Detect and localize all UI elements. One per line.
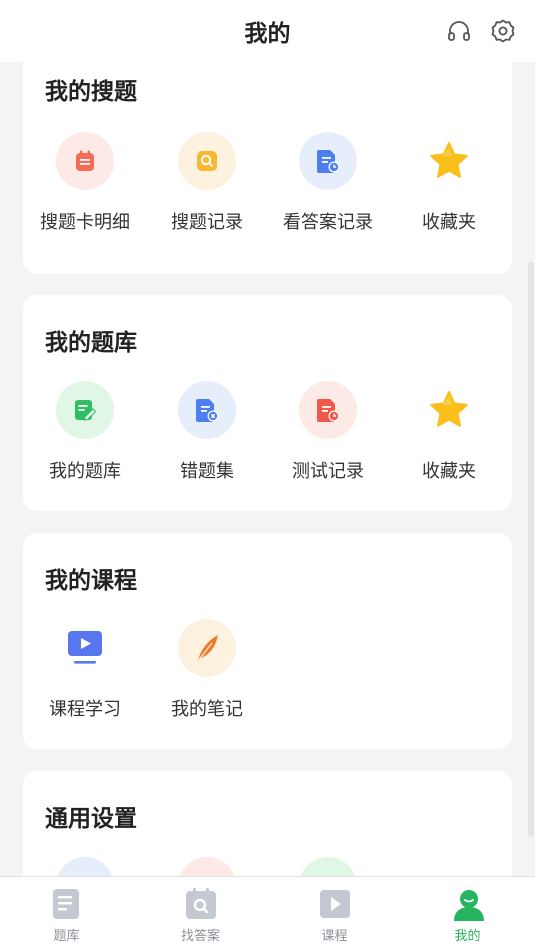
section-general-settings: 通用设置 [23,771,512,876]
item-setting-2[interactable] [146,857,268,876]
card-detail-icon [56,132,114,190]
item-label: 我的题库 [49,461,121,482]
item-setting-3[interactable] [267,857,389,876]
search-record-icon [178,132,236,190]
section-my-courses: 我的课程 课程学习 我的笔记 [23,533,512,749]
section-my-search: 我的搜题 搜题卡明细 搜题记录 看答案记录 收藏夹 [23,62,512,274]
gear-icon[interactable] [490,18,516,44]
item-label: 收藏夹 [422,461,476,482]
section-title: 我的题库 [45,330,137,356]
tab-label: 我的 [454,929,481,944]
scrollbar[interactable] [528,262,534,837]
setting-blue-icon [56,857,114,876]
star-icon [420,381,478,439]
tab-label: 题库 [53,929,80,944]
section-title: 我的课程 [45,568,137,594]
item-favorites[interactable]: 收藏夹 [388,381,510,483]
item-answer-record[interactable]: 看答案记录 [267,132,389,234]
setting-green-icon [299,857,357,876]
item-label: 测试记录 [292,461,364,482]
tab-courses[interactable]: 课程 [268,877,401,951]
feather-pen-icon [178,619,236,677]
item-search-record[interactable]: 搜题记录 [146,132,268,234]
wrong-questions-icon [178,381,236,439]
headset-icon[interactable] [446,18,472,44]
item-label: 看答案记录 [283,212,373,233]
tab-profile[interactable]: 我的 [401,877,534,951]
bottom-tab-bar: 题库 找答案 课程 我的 [0,876,535,951]
tab-find-answer[interactable]: 找答案 [134,877,267,951]
item-label: 我的笔记 [171,699,243,720]
section-title: 我的搜题 [45,79,137,105]
item-label: 搜题卡明细 [40,212,130,233]
item-label: 课程学习 [49,699,121,720]
answer-record-icon [299,132,357,190]
find-answer-tab-icon [184,887,218,921]
item-label: 搜题记录 [171,212,243,233]
item-label: 错题集 [180,461,234,482]
tab-question-bank[interactable]: 题库 [0,877,133,951]
tab-label: 找答案 [180,929,220,944]
top-header: 我的 [0,0,535,62]
item-search-card-detail[interactable]: 搜题卡明细 [24,132,146,234]
test-record-icon [299,381,357,439]
setting-red-icon [178,857,236,876]
section-my-question-bank: 我的题库 我的题库 错题集 测试记录 收藏夹 [23,295,512,511]
item-favorites[interactable]: 收藏夹 [388,132,510,234]
item-setting-1[interactable] [24,857,146,876]
item-my-notes[interactable]: 我的笔记 [146,619,268,721]
item-question-bank[interactable]: 我的题库 [24,381,146,483]
course-tab-icon [318,887,352,921]
question-bank-icon [56,381,114,439]
item-label: 收藏夹 [422,212,476,233]
item-test-record[interactable]: 测试记录 [267,381,389,483]
tab-label: 课程 [321,929,348,944]
course-play-icon [56,619,114,677]
item-wrong-questions[interactable]: 错题集 [146,381,268,483]
item-course-study[interactable]: 课程学习 [24,619,146,721]
question-bank-tab-icon [50,887,84,921]
scroll-content[interactable]: 我的搜题 搜题卡明细 搜题记录 看答案记录 收藏夹 我的题库 我的题库 错题集 … [0,62,535,876]
profile-tab-icon [451,887,485,921]
section-title: 通用设置 [45,806,137,832]
star-icon [420,132,478,190]
